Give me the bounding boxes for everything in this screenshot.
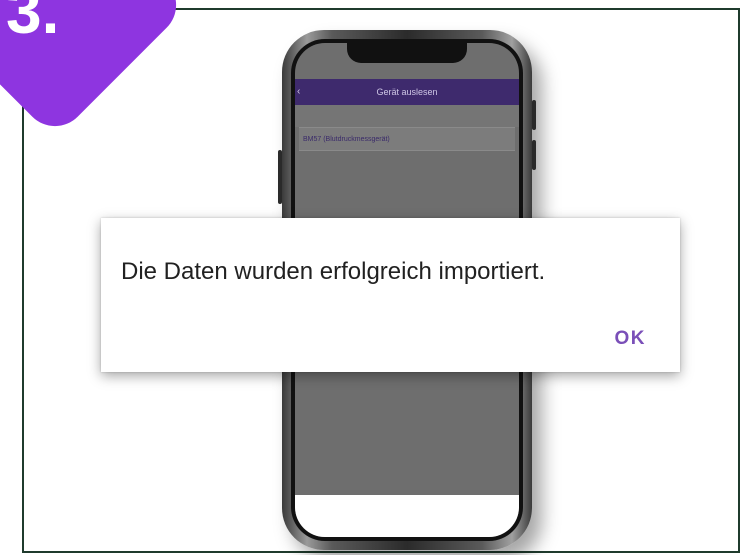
app-header-title: Gerät auslesen	[376, 87, 438, 97]
phone-side-button-right-top	[532, 100, 536, 130]
step-number: 3.	[6, 0, 60, 47]
phone-side-button-right-bottom	[532, 140, 536, 170]
device-list-item[interactable]: BM57 (Blutdruckmessgerät)	[299, 127, 515, 151]
import-success-dialog: Die Daten wurden erfolgreich importiert.…	[101, 218, 680, 372]
phone-side-button-left	[278, 150, 282, 204]
phone-notch	[347, 43, 467, 63]
app-header-spacer	[295, 105, 519, 127]
ok-button[interactable]: OK	[615, 328, 647, 350]
app-header: ‹ Gerät auslesen	[295, 79, 519, 105]
dialog-message: Die Daten wurden erfolgreich importiert.	[121, 258, 546, 285]
tutorial-frame: ‹ Gerät auslesen BM57 (Blutdruckmessgerä…	[0, 0, 743, 555]
phone-screen-bottom-area	[295, 495, 519, 537]
back-chevron-icon[interactable]: ‹	[297, 79, 300, 105]
